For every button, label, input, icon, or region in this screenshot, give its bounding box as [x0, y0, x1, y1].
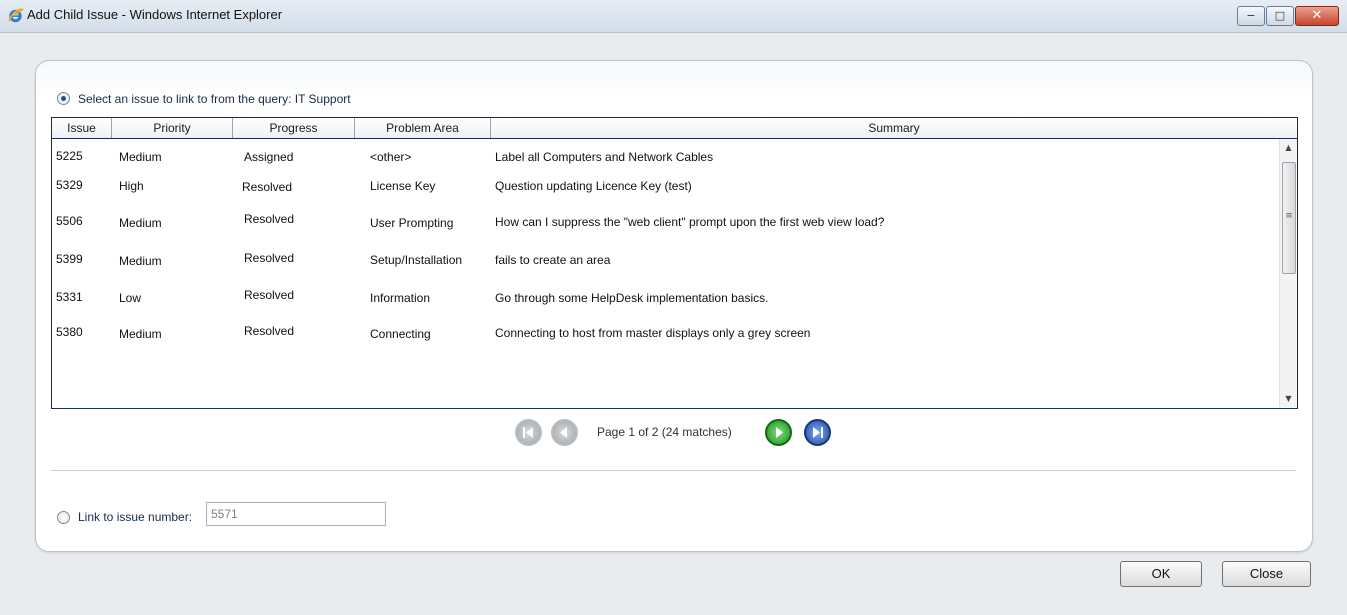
minimize-icon: −	[1246, 9, 1256, 22]
cell-priority: Medium	[119, 254, 162, 268]
cell-summary: fails to create an area	[495, 253, 611, 267]
table-row[interactable]: 5506 Medium Resolved User Prompting How …	[52, 208, 1277, 244]
scrollbar-thumb[interactable]: ≡	[1282, 162, 1296, 274]
scroll-down-arrow-icon[interactable]: ▼	[1280, 390, 1297, 407]
column-header-issue[interactable]: Issue	[52, 118, 112, 138]
cell-issue: 5225	[56, 149, 83, 163]
scroll-up-arrow-icon[interactable]: ▲	[1280, 139, 1297, 156]
last-page-icon	[813, 427, 823, 438]
cell-progress: Resolved	[244, 288, 295, 302]
next-page-icon	[776, 427, 783, 438]
cell-priority: High	[119, 179, 144, 193]
cell-priority: Medium	[119, 216, 162, 230]
next-page-button[interactable]	[765, 419, 792, 446]
query-label: Select an issue to link to from the quer…	[78, 92, 351, 106]
table-row[interactable]: 5380 Medium Resolved Connecting Connecti…	[52, 320, 1277, 356]
page-indicator: Page 1 of 2 (24 matches)	[597, 425, 732, 439]
column-header-summary[interactable]: Summary	[491, 118, 1297, 138]
cell-progress: Resolved	[242, 180, 293, 194]
column-header-progress[interactable]: Progress	[233, 118, 355, 138]
title-bar: Add Child Issue - Windows Internet Explo…	[0, 0, 1347, 33]
minimize-button[interactable]: −	[1237, 6, 1265, 26]
first-page-icon	[523, 427, 533, 438]
cell-progress: Resolved	[244, 324, 295, 338]
close-window-button[interactable]: ✕	[1295, 6, 1339, 26]
cell-priority: Medium	[119, 327, 162, 341]
maximize-icon: □	[1274, 9, 1286, 22]
table-row[interactable]: 5331 Low Resolved Information Go through…	[52, 284, 1277, 320]
cell-summary: Question updating Licence Key (test)	[495, 179, 692, 193]
cell-progress: Assigned	[244, 150, 294, 164]
cell-priority: Low	[119, 291, 142, 305]
column-header-priority[interactable]: Priority	[112, 118, 233, 138]
cell-summary: Label all Computers and Network Cables	[495, 150, 714, 164]
window-title: Add Child Issue - Windows Internet Explo…	[27, 7, 283, 22]
grip-icon: ≡	[1285, 211, 1293, 221]
cell-progress: Resolved	[244, 251, 295, 265]
cell-summary: How can I suppress the "web client" prom…	[495, 215, 885, 229]
previous-page-icon	[560, 427, 567, 438]
close-button[interactable]: Close	[1222, 561, 1311, 587]
previous-page-button[interactable]	[551, 419, 578, 446]
window-controls: − □ ✕	[1236, 6, 1339, 26]
column-header-problem-area[interactable]: Problem Area	[355, 118, 491, 138]
cell-problem-area: <other>	[370, 150, 412, 164]
close-icon: ✕	[1311, 8, 1323, 23]
maximize-button[interactable]: □	[1266, 6, 1294, 26]
cell-issue: 5506	[56, 214, 83, 228]
cell-summary: Connecting to host from master displays …	[495, 326, 811, 340]
cell-issue: 5331	[56, 290, 83, 304]
cell-problem-area: User Prompting	[370, 216, 454, 230]
cell-priority: Medium	[119, 150, 162, 164]
link-issue-label: Link to issue number:	[78, 510, 193, 524]
link-issue-radio[interactable]	[57, 511, 70, 524]
query-radio[interactable]	[57, 92, 70, 105]
table-scrollbar[interactable]: ▲ ≡ ▼	[1279, 139, 1297, 407]
issue-number-input[interactable]	[206, 502, 386, 526]
cell-summary: Go through some HelpDesk implementation …	[495, 291, 769, 305]
cell-problem-area: Setup/Installation	[370, 253, 463, 267]
cell-progress: Resolved	[244, 212, 295, 226]
ok-button[interactable]: OK	[1120, 561, 1202, 587]
table-row[interactable]: 5399 Medium Resolved Setup/Installation …	[52, 246, 1277, 282]
table-header: Issue Priority Progress Problem Area Sum…	[52, 118, 1297, 139]
cell-issue: 5329	[56, 178, 83, 192]
pager: Page 1 of 2 (24 matches)	[515, 419, 855, 447]
section-divider	[51, 470, 1296, 471]
internet-explorer-icon	[8, 8, 24, 23]
table-row[interactable]: 5329 High Resolved License Key Question …	[52, 173, 1277, 209]
cell-problem-area: License Key	[370, 179, 436, 193]
cell-problem-area: Connecting	[370, 327, 431, 341]
first-page-button[interactable]	[515, 419, 542, 446]
issues-table: Issue Priority Progress Problem Area Sum…	[51, 117, 1298, 409]
cell-problem-area: Information	[370, 291, 431, 305]
cell-issue: 5380	[56, 325, 83, 339]
last-page-button[interactable]	[804, 419, 831, 446]
cell-issue: 5399	[56, 252, 83, 266]
